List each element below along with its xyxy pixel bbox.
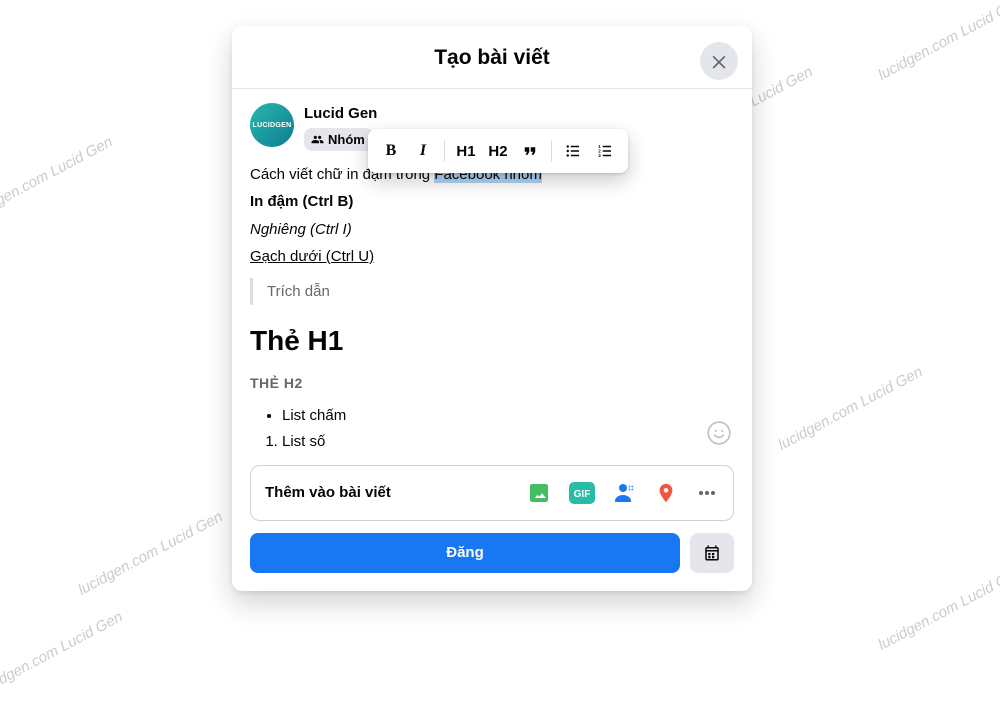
post-editor[interactable]: Cách viết chữ in đậm trong Facebook nhóm… — [250, 163, 734, 453]
editor-bullet-list: List chấm — [282, 404, 734, 427]
audience-label: Nhóm — [328, 132, 365, 147]
tag-people-icon — [613, 481, 637, 505]
author-name[interactable]: Lucid Gen — [304, 103, 377, 122]
format-italic-button[interactable]: I — [408, 135, 438, 167]
photo-video-button[interactable] — [527, 481, 551, 505]
editor-number-list: List số — [282, 430, 734, 453]
location-button[interactable] — [655, 480, 677, 506]
svg-text:3: 3 — [598, 153, 601, 158]
modal-footer: Đăng — [232, 533, 752, 591]
gif-icon: GIF — [569, 482, 595, 504]
more-button[interactable] — [695, 481, 719, 505]
emoji-button[interactable] — [706, 420, 732, 451]
watermark: lucidgen.com Lucid Gen — [75, 508, 225, 599]
more-icon — [695, 481, 719, 505]
format-h1-button[interactable]: H1 — [451, 135, 481, 167]
add-icons-row: GIF — [527, 480, 719, 506]
list-item: List chấm — [282, 404, 734, 427]
close-icon — [709, 51, 729, 71]
bullet-list-icon — [564, 142, 582, 160]
number-list-icon: 123 — [596, 142, 614, 160]
post-button[interactable]: Đăng — [250, 533, 680, 573]
watermark: lucidgen.com Lucid Gen — [875, 563, 1000, 654]
schedule-button[interactable] — [690, 533, 734, 573]
add-to-post-label: Thêm vào bài viết — [265, 484, 391, 501]
format-bold-button[interactable]: B — [376, 135, 406, 167]
watermark: lucidgen.com Lucid Gen — [875, 0, 1000, 84]
location-icon — [655, 480, 677, 506]
editor-line-italic: Nghiêng (Ctrl I) — [250, 218, 734, 241]
watermark: lucidgen.com Lucid Gen — [0, 608, 126, 699]
format-number-list-button[interactable]: 123 — [590, 135, 620, 167]
svg-text:GIF: GIF — [574, 489, 591, 500]
calendar-icon — [703, 544, 721, 562]
format-quote-button[interactable] — [515, 135, 545, 167]
watermark: lucidgen.com Lucid Gen — [0, 133, 116, 224]
add-to-post-bar: Thêm vào bài viết GIF — [250, 465, 734, 521]
editor-h1: Thẻ H1 — [250, 319, 734, 362]
toolbar-separator — [444, 140, 445, 162]
modal-title: Tạo bài viết — [232, 46, 752, 70]
close-button[interactable] — [700, 42, 738, 80]
editor-line-bold: In đậm (Ctrl B) — [250, 190, 734, 213]
photo-icon — [527, 481, 551, 505]
avatar[interactable]: LUCIDGEN — [250, 103, 294, 147]
format-bullet-list-button[interactable] — [558, 135, 588, 167]
modal-header: Tạo bài viết — [232, 26, 752, 89]
format-toolbar: B I H1 H2 123 — [368, 129, 628, 173]
gif-button[interactable]: GIF — [569, 482, 595, 504]
group-icon — [311, 133, 324, 146]
emoji-icon — [706, 420, 732, 446]
toolbar-separator — [551, 140, 552, 162]
audience-selector[interactable]: Nhóm — [304, 128, 374, 151]
editor-line-underline: Gạch dưới (Ctrl U) — [250, 245, 734, 268]
editor-blockquote: Trích dẫn — [250, 278, 734, 305]
create-post-modal: Tạo bài viết LUCIDGEN Lucid Gen Nhóm Các… — [232, 26, 752, 591]
watermark: lucidgen.com Lucid Gen — [775, 363, 925, 454]
format-h2-button[interactable]: H2 — [483, 135, 513, 167]
list-item: List số — [282, 430, 734, 453]
editor-h2: THẺ H2 — [250, 373, 734, 395]
quote-icon — [521, 142, 539, 160]
tag-people-button[interactable] — [613, 481, 637, 505]
